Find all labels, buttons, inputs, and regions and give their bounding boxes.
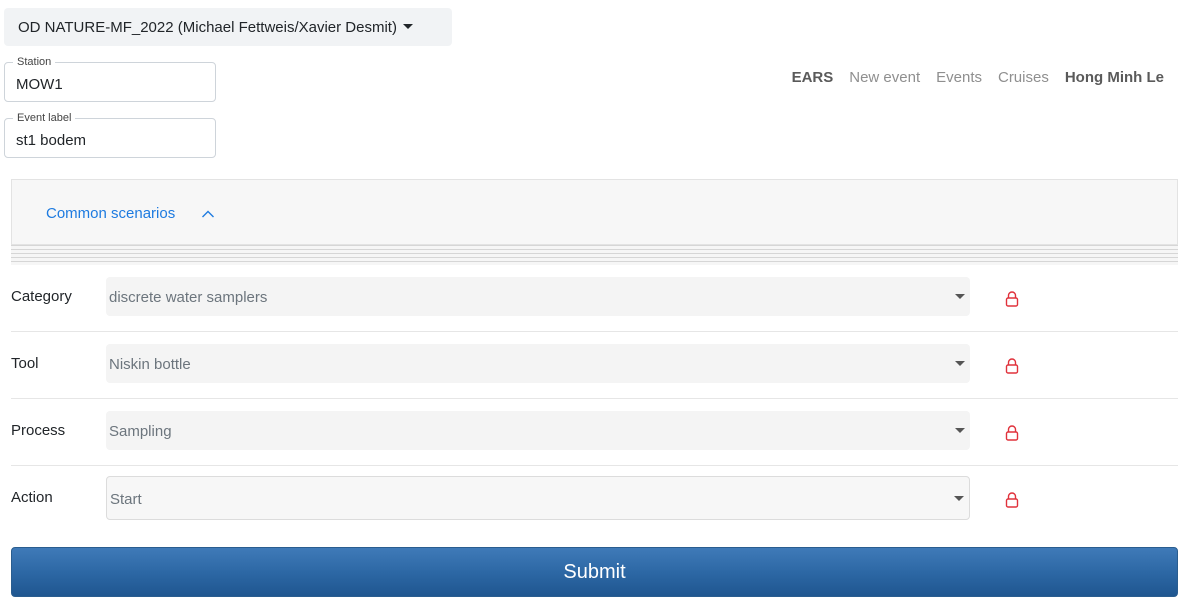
lock-icon[interactable]: [1005, 357, 1019, 375]
nav-cruises[interactable]: Cruises: [998, 69, 1049, 86]
station-legend: Station: [13, 56, 56, 68]
process-select[interactable]: Sampling: [106, 411, 970, 450]
category-value: discrete water samplers: [109, 289, 268, 306]
lock-icon[interactable]: [1005, 290, 1019, 308]
category-row: Category discrete water samplers: [11, 265, 1178, 332]
category-label: Category: [11, 288, 72, 305]
dropdown-arrow-icon: [954, 496, 964, 501]
lock-icon[interactable]: [1005, 424, 1019, 442]
action-select[interactable]: Start: [106, 476, 970, 520]
event-label-legend: Event label: [13, 112, 76, 124]
category-select[interactable]: discrete water samplers: [106, 277, 970, 316]
chevron-up-icon: [202, 210, 215, 217]
lock-icon[interactable]: [1005, 491, 1019, 509]
common-scenarios-label: Common scenarios: [46, 205, 176, 222]
dropdown-arrow-icon: [955, 361, 965, 366]
tool-row: Tool Niskin bottle: [11, 332, 1178, 399]
common-scenarios-toggle[interactable]: Common scenarios: [46, 205, 215, 222]
event-label-value[interactable]: st1 bodem: [16, 132, 86, 149]
tool-select[interactable]: Niskin bottle: [106, 344, 970, 383]
action-label: Action: [11, 489, 53, 506]
process-label: Process: [11, 422, 66, 439]
nav-events[interactable]: Events: [936, 69, 982, 86]
brand-link[interactable]: EARS: [792, 69, 834, 86]
process-value: Sampling: [109, 423, 172, 440]
caret-down-icon: [402, 23, 413, 29]
event-label-field[interactable]: Event label st1 bodem: [4, 112, 216, 158]
station-field[interactable]: Station MOW1: [4, 56, 216, 102]
action-row: Action Start: [11, 466, 1178, 533]
top-navigation: EARS New event Events Cruises Hong Minh …: [792, 69, 1164, 86]
action-value: Start: [110, 491, 142, 508]
scenarios-divider: [11, 245, 1178, 265]
dropdown-arrow-icon: [955, 294, 965, 299]
common-scenarios-panel: Common scenarios: [11, 179, 1178, 245]
tool-label: Tool: [11, 355, 39, 372]
dropdown-arrow-icon: [955, 428, 965, 433]
nav-new-event[interactable]: New event: [849, 69, 920, 86]
cruise-dropdown-label: OD NATURE-MF_2022 (Michael Fettweis/Xavi…: [18, 18, 397, 36]
tool-value: Niskin bottle: [109, 356, 191, 373]
cruise-dropdown-button[interactable]: OD NATURE-MF_2022 (Michael Fettweis/Xavi…: [4, 8, 452, 46]
submit-button[interactable]: Submit: [11, 547, 1178, 597]
process-row: Process Sampling: [11, 399, 1178, 466]
station-value[interactable]: MOW1: [16, 76, 63, 93]
user-name[interactable]: Hong Minh Le: [1065, 69, 1164, 86]
